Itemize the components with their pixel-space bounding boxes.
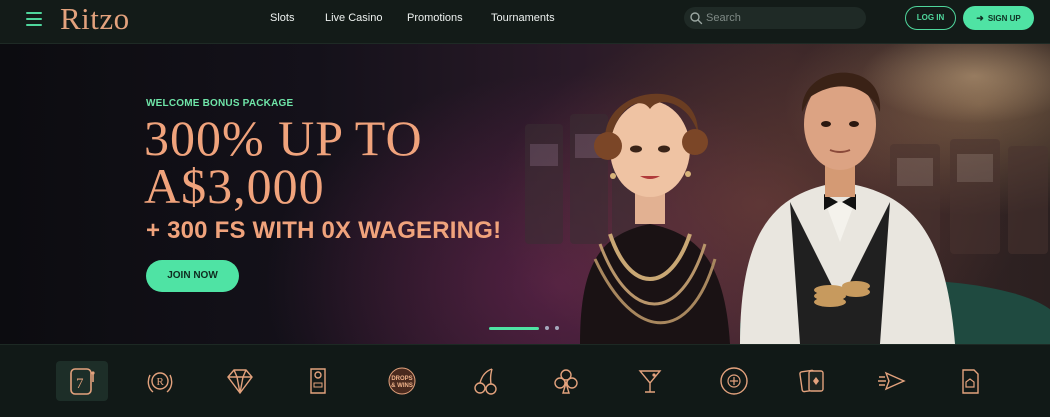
category-cards[interactable] xyxy=(786,361,838,401)
category-fast-games[interactable] xyxy=(866,361,918,401)
drops-wins-line2: & WINS xyxy=(391,383,413,389)
svg-text:R: R xyxy=(157,376,165,388)
poker-chip-icon xyxy=(720,367,748,395)
login-button[interactable]: LOG IN xyxy=(905,6,956,30)
category-collections[interactable] xyxy=(944,361,996,401)
category-drops-wins[interactable]: DROPS & WINS xyxy=(376,361,428,401)
category-classics[interactable] xyxy=(460,361,512,401)
hero-headline: 300% UP TO A$3,000 xyxy=(144,110,423,214)
hero-headline-line2: A$3,000 xyxy=(144,158,325,214)
category-slots[interactable]: 7 xyxy=(56,361,108,401)
category-bar: 7 R DROPS & WINS xyxy=(0,344,1050,417)
drops-wins-line1: DROPS xyxy=(391,376,412,382)
signup-arrow-icon: ➜ xyxy=(976,13,984,23)
ritzo-crest-icon: R xyxy=(147,372,173,393)
search-icon xyxy=(690,12,703,25)
hero-subline: + 300 FS WITH 0X WAGERING! xyxy=(146,217,502,244)
drops-wins-icon: DROPS & WINS xyxy=(388,367,416,395)
category-new[interactable] xyxy=(292,361,344,401)
category-table-games[interactable] xyxy=(540,361,592,401)
search-input[interactable]: Search xyxy=(684,7,866,29)
cherries-icon xyxy=(474,368,497,395)
carousel-dot-1[interactable] xyxy=(489,326,539,330)
hamburger-menu-icon[interactable] xyxy=(26,12,42,26)
nav-slots[interactable]: Slots xyxy=(270,12,294,24)
card-pocket-icon xyxy=(962,369,979,394)
diamond-icon xyxy=(227,369,253,395)
category-ritzo-originals[interactable]: R xyxy=(134,361,186,401)
playing-cards-icon xyxy=(799,369,824,393)
brand-logo[interactable]: Ritzo xyxy=(60,1,130,37)
top-header: Ritzo Slots Live Casino Promotions Tourn… xyxy=(0,0,1050,44)
svg-text:7: 7 xyxy=(76,376,84,392)
nav-tournaments[interactable]: Tournaments xyxy=(491,12,555,24)
signup-label: SIGN UP xyxy=(987,14,1021,23)
nav-promotions[interactable]: Promotions xyxy=(407,12,463,24)
category-live[interactable] xyxy=(708,361,760,401)
carousel-dot-3[interactable] xyxy=(555,326,559,330)
nav-live-casino[interactable]: Live Casino xyxy=(325,12,382,24)
carousel-dot-2[interactable] xyxy=(545,326,549,330)
category-vip[interactable] xyxy=(214,361,266,401)
hero-eyebrow: WELCOME BONUS PACKAGE xyxy=(146,98,294,109)
cocktail-icon xyxy=(638,370,662,393)
signup-button[interactable]: ➜ SIGN UP xyxy=(963,6,1034,30)
slots-7-icon: 7 xyxy=(70,368,95,395)
carousel-dots xyxy=(489,326,559,330)
door-hanger-icon xyxy=(310,368,326,394)
category-lounge[interactable] xyxy=(624,361,676,401)
search-placeholder: Search xyxy=(706,12,741,24)
hero-headline-line1: 300% UP TO xyxy=(144,110,423,166)
clubs-icon xyxy=(554,369,578,394)
dealer-illustration xyxy=(740,72,955,344)
join-now-button[interactable]: JOIN NOW xyxy=(146,260,239,292)
arrow-fast-icon xyxy=(878,371,906,391)
hero-banner[interactable]: WELCOME BONUS PACKAGE 300% UP TO A$3,000… xyxy=(0,44,1050,344)
